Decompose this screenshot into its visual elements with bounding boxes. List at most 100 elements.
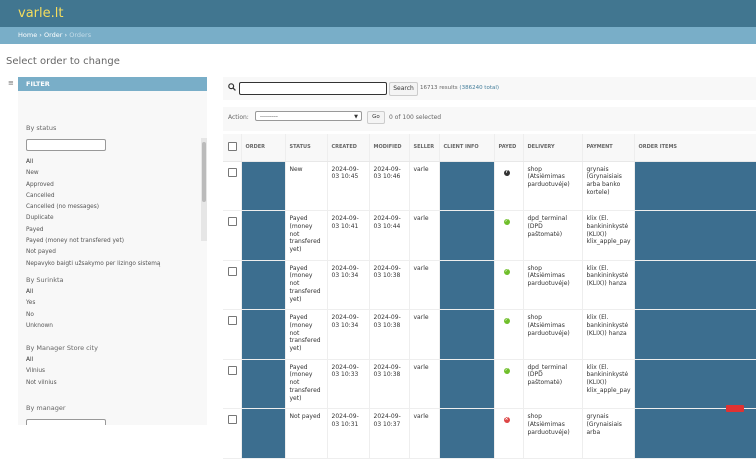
filter-option[interactable]: No	[18, 310, 201, 321]
row-select-cell	[223, 309, 242, 360]
created-cell: 2024-09-03 10:31	[327, 408, 370, 459]
unknown-icon: ?	[503, 169, 510, 176]
yes-icon: ✓	[503, 367, 510, 374]
filter-status-scrollbar[interactable]	[201, 138, 207, 241]
client-info-redacted	[439, 309, 495, 360]
column-header[interactable]: MODIFIED	[369, 134, 410, 162]
action-label: Action:	[228, 114, 249, 121]
client-info-redacted	[439, 161, 495, 211]
filter-option[interactable]: Not payed	[18, 247, 201, 258]
column-header[interactable]: PAYED	[494, 134, 524, 162]
breadcrumb-separator: ›	[64, 31, 68, 39]
filter-option[interactable]: Unknown	[18, 321, 201, 332]
selected-count: 0 of 100 selected	[389, 114, 442, 121]
select-all-header	[223, 134, 242, 162]
search-button[interactable]: Search	[389, 82, 418, 96]
seller-cell: varle	[409, 359, 440, 409]
row-select-cell	[223, 260, 242, 310]
table-row: Not payed 2024-09-03 10:31 2024-09-03 10:3…	[223, 408, 756, 459]
table-row: Payed (money not transfered yet) 2024-09-…	[223, 309, 756, 360]
client-info-redacted	[439, 210, 495, 261]
row-select-cell	[223, 161, 242, 211]
action-select[interactable]: --------- ▼	[255, 111, 362, 121]
filter-option[interactable]: Vilnius	[18, 366, 201, 377]
filter-option[interactable]: Cancelled	[18, 191, 201, 202]
table-row: Payed (money not transfered yet) 2024-09-…	[223, 359, 756, 409]
order-cell-redacted[interactable]	[241, 260, 286, 310]
action-select-value: ---------	[260, 114, 278, 120]
order-items-redacted	[634, 408, 756, 459]
order-cell-redacted[interactable]	[241, 210, 286, 261]
filter-option[interactable]: All	[18, 157, 201, 168]
payment-cell: klix (El. bankininkystė (KLIX)) hanza	[582, 309, 635, 360]
scrollbar-thumb[interactable]	[202, 142, 206, 202]
row-checkbox[interactable]	[228, 167, 237, 177]
column-header[interactable]: ORDER	[241, 134, 286, 162]
row-checkbox[interactable]	[228, 365, 237, 375]
order-items-redacted	[634, 210, 756, 261]
result-count: 16713 results (386240 total)	[420, 85, 499, 91]
column-header[interactable]: SELLER	[409, 134, 440, 162]
row-select-cell	[223, 408, 242, 459]
total-count-link[interactable]: (386240 total)	[459, 85, 499, 91]
go-button[interactable]: Go	[367, 111, 385, 124]
filter-option[interactable]: Not vilnius	[18, 378, 201, 389]
filter-option[interactable]: Cancelled (no messages)	[18, 202, 201, 213]
filter-group-title: By manager	[26, 404, 66, 412]
order-cell-redacted[interactable]	[241, 309, 286, 360]
filter-group: By managerAll	[18, 401, 201, 425]
row-checkbox[interactable]	[228, 415, 237, 424]
status-cell: New	[285, 161, 328, 211]
filter-option[interactable]: New	[18, 168, 201, 179]
filter-option[interactable]: Yes	[18, 298, 201, 309]
status-cell: Payed (money not transfered yet)	[285, 210, 328, 261]
filter-option[interactable]: Duplicate	[18, 213, 201, 224]
filter-option[interactable]: Nepavyko baigti užsakymo per lizingo sis…	[18, 259, 201, 270]
row-checkbox[interactable]	[228, 266, 237, 276]
order-cell-redacted[interactable]	[241, 408, 286, 459]
filter-search-input[interactable]	[26, 419, 106, 425]
order-cell-redacted[interactable]	[241, 161, 286, 211]
search-input[interactable]	[239, 82, 387, 95]
delivery-cell: shop (Atsiėmimas parduotuvėje)	[523, 260, 583, 310]
modified-cell: 2024-09-03 10:37	[369, 408, 410, 459]
column-header[interactable]: CLIENT INFO	[439, 134, 495, 162]
breadcrumb: Home › Order › Orders	[0, 27, 756, 44]
filter-option[interactable]: Payed (money not transfered yet)	[18, 236, 201, 247]
column-header[interactable]: ORDER ITEMS	[634, 134, 756, 162]
filter-option[interactable]: Approved	[18, 180, 201, 191]
payment-cell: klix (El. bankininkystė (KLIX)) klix_app…	[582, 359, 635, 409]
select-all-checkbox[interactable]	[228, 141, 237, 151]
breadcrumb-separator: ›	[39, 31, 42, 39]
column-header[interactable]: STATUS	[285, 134, 328, 162]
filter-group: By Surinkta All Yes No Unknown	[18, 273, 201, 332]
search-icon	[228, 83, 236, 93]
modified-cell: 2024-09-03 10:44	[369, 210, 410, 261]
yes-icon: ✓	[503, 318, 510, 324]
column-header[interactable]: DELIVERY	[523, 134, 583, 162]
breadcrumb-current: Orders	[69, 31, 92, 39]
breadcrumb-home[interactable]: Home	[18, 31, 37, 39]
order-cell-redacted[interactable]	[241, 359, 286, 409]
column-header[interactable]: CREATED	[327, 134, 370, 162]
order-items-redacted	[634, 359, 756, 409]
yes-icon: ✓	[503, 268, 510, 275]
filter-sidebar: FILTER By status All New Approved Cancelled C…	[18, 77, 207, 425]
video-overlay-badge	[726, 405, 744, 412]
breadcrumb-order[interactable]: Order	[44, 31, 62, 39]
delivery-cell: dpd_terminal (DPD paštomatė)	[523, 210, 583, 261]
filter-group: By Manager Store city All Vilnius Not vilni…	[18, 341, 201, 389]
payed-cell: ?	[494, 161, 524, 211]
filter-option[interactable]: All	[18, 355, 201, 366]
column-header[interactable]: PAYMENT	[582, 134, 635, 162]
filter-search-input[interactable]	[26, 139, 106, 151]
site-brand[interactable]: varle.lt	[18, 6, 63, 21]
filter-option[interactable]: All	[18, 287, 201, 298]
row-checkbox[interactable]	[228, 217, 237, 226]
seller-cell: varle	[409, 260, 440, 310]
filter-toggle-icon[interactable]: ≡	[8, 79, 14, 87]
filter-option[interactable]: Payed	[18, 225, 201, 236]
created-cell: 2024-09-03 10:41	[327, 210, 370, 261]
row-checkbox[interactable]	[228, 316, 237, 325]
table-header-row: ORDER STATUS CREATED MODIFIED SELLER CLIENT I…	[223, 134, 756, 162]
